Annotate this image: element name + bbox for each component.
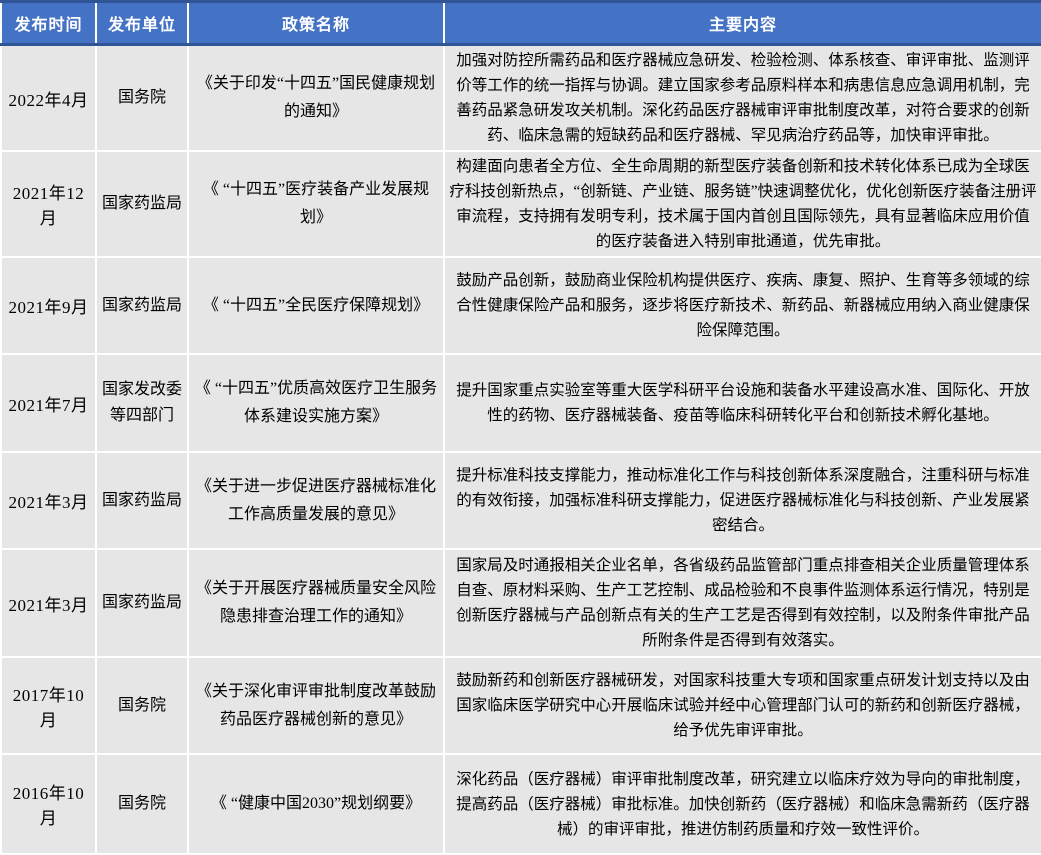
policy-table-body: 2022年4月国务院《关于印发“十四五”国民健康规划的通知》加强对防控所需药品和… <box>1 45 1041 855</box>
issuing-unit-cell: 国家药监局 <box>96 151 188 257</box>
column-header-policy-name: 政策名称 <box>188 2 444 45</box>
column-header-issuing-unit: 发布单位 <box>96 2 188 45</box>
release-date-cell: 2021年9月 <box>1 257 96 354</box>
table-row: 2017年10月国务院《关于深化审评审批制度改革鼓励药品医疗器械创新的意见》鼓励… <box>1 657 1041 754</box>
policy-name-cell: 《关于开展医疗器械质量安全风险隐患排查治理工作的通知》 <box>188 549 444 657</box>
policy-name-cell: 《关于印发“十四五”国民健康规划的通知》 <box>188 45 444 152</box>
table-row: 2021年3月国家药监局《关于开展医疗器械质量安全风险隐患排查治理工作的通知》国… <box>1 549 1041 657</box>
main-content-cell: 提升国家重点实验室等重大医学科研平台设施和装备水平建设高水准、国际化、开放性的药… <box>444 354 1041 452</box>
policy-table: 发布时间 发布单位 政策名称 主要内容 2022年4月国务院《关于印发“十四五”… <box>0 0 1041 855</box>
policy-name-cell: 《 “十四五”优质高效医疗卫生服务体系建设实施方案》 <box>188 354 444 452</box>
table-row: 2021年12月国家药监局《 “十四五”医疗装备产业发展规划》构建面向患者全方位… <box>1 151 1041 257</box>
policy-name-cell: 《 “健康中国2030”规划纲要》 <box>188 754 444 854</box>
column-header-main-content: 主要内容 <box>444 2 1041 45</box>
issuing-unit-cell: 国家药监局 <box>96 257 188 354</box>
policy-name-cell: 《关于深化审评审批制度改革鼓励药品医疗器械创新的意见》 <box>188 657 444 754</box>
table-row: 2021年3月国家药监局《关于进一步促进医疗器械标准化工作高质量发展的意见》提升… <box>1 452 1041 549</box>
table-row: 2021年7月国家发改委等四部门《 “十四五”优质高效医疗卫生服务体系建设实施方… <box>1 354 1041 452</box>
main-content-cell: 加强对防控所需药品和医疗器械应急研发、检验检测、体系核查、审评审批、监测评价等工… <box>444 45 1041 152</box>
main-content-cell: 构建面向患者全方位、全生命周期的新型医疗装备创新和技术转化体系已成为全球医疗科技… <box>444 151 1041 257</box>
issuing-unit-cell: 国务院 <box>96 754 188 854</box>
release-date-cell: 2021年12月 <box>1 151 96 257</box>
main-content-cell: 国家局及时通报相关企业名单，各省级药品监管部门重点排查相关企业质量管理体系自查、… <box>444 549 1041 657</box>
header-row: 发布时间 发布单位 政策名称 主要内容 <box>1 2 1041 45</box>
issuing-unit-cell: 国家发改委等四部门 <box>96 354 188 452</box>
table-row: 2016年10月国务院《 “健康中国2030”规划纲要》深化药品（医疗器械）审评… <box>1 754 1041 854</box>
release-date-cell: 2016年10月 <box>1 754 96 854</box>
issuing-unit-cell: 国务院 <box>96 657 188 754</box>
release-date-cell: 2017年10月 <box>1 657 96 754</box>
issuing-unit-cell: 国务院 <box>96 45 188 152</box>
main-content-cell: 鼓励新药和创新医疗器械研发，对国家科技重大专项和国家重点研发计划支持以及由国家临… <box>444 657 1041 754</box>
column-header-release-date: 发布时间 <box>1 2 96 45</box>
release-date-cell: 2021年3月 <box>1 549 96 657</box>
release-date-cell: 2022年4月 <box>1 45 96 152</box>
table-row: 2021年9月国家药监局《 “十四五”全民医疗保障规划》鼓励产品创新，鼓励商业保… <box>1 257 1041 354</box>
main-content-cell: 提升标准科技支撑能力，推动标准化工作与科技创新体系深度融合，注重科研与标准的有效… <box>444 452 1041 549</box>
issuing-unit-cell: 国家药监局 <box>96 452 188 549</box>
issuing-unit-cell: 国家药监局 <box>96 549 188 657</box>
main-content-cell: 深化药品（医疗器械）审评审批制度改革，研究建立以临床疗效为导向的审批制度，提高药… <box>444 754 1041 854</box>
main-content-cell: 鼓励产品创新，鼓励商业保险机构提供医疗、疾病、康复、照护、生育等多领域的综合性健… <box>444 257 1041 354</box>
policy-table-header: 发布时间 发布单位 政策名称 主要内容 <box>1 2 1041 45</box>
policy-name-cell: 《关于进一步促进医疗器械标准化工作高质量发展的意见》 <box>188 452 444 549</box>
release-date-cell: 2021年7月 <box>1 354 96 452</box>
release-date-cell: 2021年3月 <box>1 452 96 549</box>
table-row: 2022年4月国务院《关于印发“十四五”国民健康规划的通知》加强对防控所需药品和… <box>1 45 1041 152</box>
policy-name-cell: 《 “十四五”全民医疗保障规划》 <box>188 257 444 354</box>
policy-name-cell: 《 “十四五”医疗装备产业发展规划》 <box>188 151 444 257</box>
